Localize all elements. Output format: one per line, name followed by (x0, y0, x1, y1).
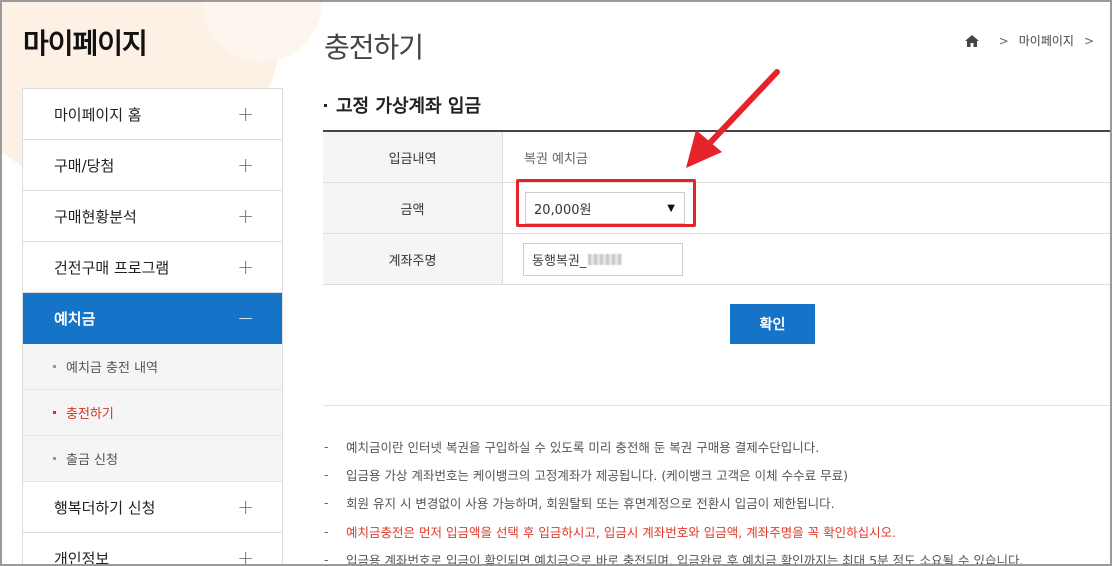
redacted-text (588, 253, 623, 265)
sidebar-item-label: 구매현황분석 (54, 207, 137, 226)
bullet-icon (53, 411, 56, 414)
sidebar-item-label: 개인정보 (54, 549, 110, 566)
account-name-value: 동행복권_ (532, 253, 587, 269)
plus-icon: + (237, 102, 254, 126)
sidebar-subitem-label: 출금 신청 (66, 453, 118, 468)
dash-icon: - (324, 523, 329, 539)
page-title: 충전하기 (324, 31, 424, 64)
notice-item: - 입금용 가상 계좌번호는 케이뱅크의 고정계좌가 제공됩니다. (케이뱅크 … (324, 460, 1110, 488)
notice-text: 예치금이란 인터넷 복권을 구입하실 수 있도록 미리 충전해 둔 복권 구매용… (346, 439, 820, 455)
notice-item-warning: - 예치금충전은 먼저 입금액을 선택 후 입금하시고, 입금시 계좌번호와 입… (324, 517, 1110, 545)
page-frame: 마이페이지 마이페이지 홈 + 구매/당첨 + 구매현황분석 + 건전구매 프로… (0, 0, 1112, 566)
notice-item: - 회원 유지 시 변경없이 사용 가능하며, 회원탈퇴 또는 휴면계정으로 전… (324, 489, 1110, 517)
sidebar-subitem-charge[interactable]: 충전하기 (23, 390, 282, 436)
bullet-icon (324, 103, 327, 107)
plus-icon: + (237, 546, 254, 566)
breadcrumb-separator: > (1083, 33, 1094, 48)
dash-icon: - (324, 495, 329, 511)
sidebar-item-label: 건전구매 프로그램 (54, 258, 170, 277)
section-title-text: 고정 가상계좌 입금 (336, 96, 482, 117)
sidebar-item-label: 예치금 (54, 309, 96, 328)
sidebar-subitem-deposit-history[interactable]: 예치금 충전 내역 (23, 344, 282, 390)
form-value-cell: 동행복권_ (503, 234, 1110, 284)
sidebar-item-healthy-purchase[interactable]: 건전구매 프로그램 + (23, 242, 282, 293)
notice-item: - 입금용 계좌번호로 입금이 확인되면 예치금으로 바로 충전되며, 입금완료… (324, 545, 1110, 566)
sidebar-menu: 마이페이지 홈 + 구매/당첨 + 구매현황분석 + 건전구매 프로그램 + 예… (22, 88, 283, 566)
breadcrumb: > 마이페이지 > (964, 32, 1104, 49)
annotation-highlight-box (516, 179, 696, 227)
form-value: 복권 예치금 (524, 151, 588, 167)
account-name-field[interactable]: 동행복권_ (523, 242, 683, 276)
charge-form-table: 입금내역 복권 예치금 금액 20,000원 ▼ 계좌주명 동행복권_ (323, 130, 1110, 285)
dash-icon: - (324, 551, 329, 566)
breadcrumb-item-mypage[interactable]: 마이페이지 (1019, 32, 1074, 49)
bullet-icon (53, 365, 56, 368)
sidebar-subitem-label: 예치금 충전 내역 (66, 361, 158, 376)
notice-text: 예치금충전은 먼저 입금액을 선택 후 입금하시고, 입금시 계좌번호와 입금액… (346, 524, 897, 540)
divider (323, 405, 1110, 406)
form-row-amount: 금액 20,000원 ▼ (323, 183, 1110, 234)
sidebar-title: 마이페이지 (23, 27, 148, 60)
dash-icon: - (324, 438, 329, 454)
section-title: 고정 가상계좌 입금 (324, 92, 481, 118)
form-label: 계좌주명 (323, 234, 503, 284)
notice-text: 회원 유지 시 변경없이 사용 가능하며, 회원탈퇴 또는 휴면계정으로 전환시… (346, 496, 835, 512)
breadcrumb-separator: > (998, 33, 1009, 48)
plus-icon: + (237, 153, 254, 177)
home-icon[interactable] (964, 34, 979, 47)
plus-icon: + (237, 255, 254, 279)
sidebar-item-purchase-analysis[interactable]: 구매현황분석 + (23, 191, 282, 242)
notice-text: 입금용 계좌번호로 입금이 확인되면 예치금으로 바로 충전되며, 입금완료 후… (346, 552, 1024, 566)
sidebar-item-happiness-plus[interactable]: 행복더하기 신청 + (23, 482, 282, 533)
sidebar-subitem-label: 충전하기 (66, 407, 114, 422)
sidebar-item-purchase-win[interactable]: 구매/당첨 + (23, 140, 282, 191)
sidebar-item-label: 마이페이지 홈 (54, 105, 142, 124)
sidebar-item-deposit[interactable]: 예치금 − (23, 293, 282, 344)
plus-icon: + (237, 495, 254, 519)
form-row-account-name: 계좌주명 동행복권_ (323, 234, 1110, 285)
sidebar-item-mypage-home[interactable]: 마이페이지 홈 + (23, 89, 282, 140)
confirm-button[interactable]: 확인 (730, 304, 815, 344)
form-label: 입금내역 (323, 132, 503, 182)
sidebar-subitem-withdraw[interactable]: 출금 신청 (23, 436, 282, 482)
sidebar-item-label: 구매/당첨 (54, 156, 115, 175)
form-label: 금액 (323, 183, 503, 233)
dash-icon: - (324, 466, 329, 482)
notice-text: 입금용 가상 계좌번호는 케이뱅크의 고정계좌가 제공됩니다. (케이뱅크 고객… (346, 467, 848, 483)
notice-list: - 예치금이란 인터넷 복권을 구입하실 수 있도록 미리 충전해 둔 복권 구… (324, 432, 1110, 566)
form-row-deposit-type: 입금내역 복권 예치금 (323, 132, 1110, 183)
sidebar-item-label: 행복더하기 신청 (54, 498, 156, 517)
sidebar-item-personal-info[interactable]: 개인정보 + (23, 533, 282, 566)
bullet-icon (53, 457, 56, 460)
notice-item: - 예치금이란 인터넷 복권을 구입하실 수 있도록 미리 충전해 둔 복권 구… (324, 432, 1110, 460)
minus-icon: − (237, 306, 254, 330)
plus-icon: + (237, 204, 254, 228)
